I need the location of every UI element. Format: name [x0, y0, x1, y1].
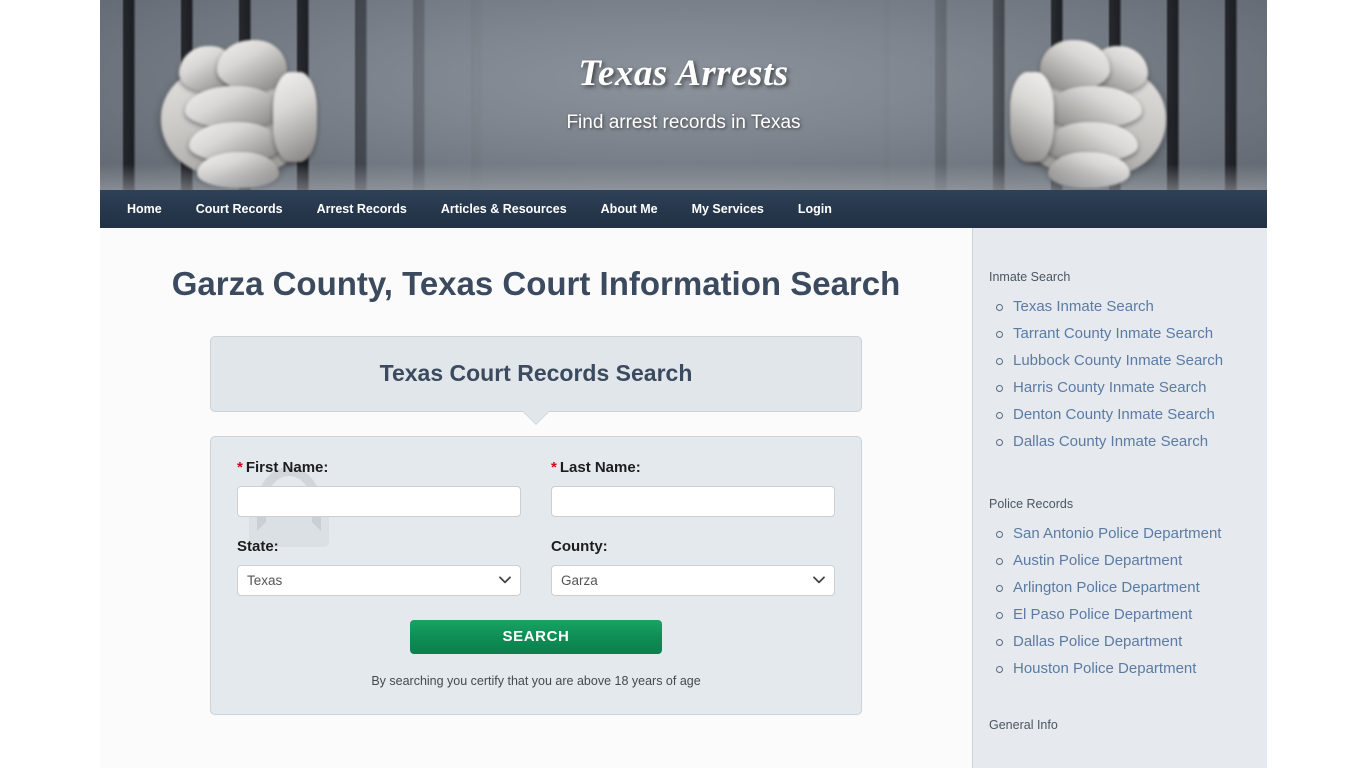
court-records-search-widget: Texas Court Records Search *First Name: [210, 335, 862, 715]
list-item: Dallas County Inmate Search [996, 433, 1251, 451]
sidebar-link-dallas-police-department[interactable]: Dallas Police Department [1013, 633, 1182, 650]
main-column: Garza County, Texas Court Information Se… [100, 228, 972, 768]
nav-item-arrest-records[interactable]: Arrest Records [300, 190, 424, 228]
nav-item-home[interactable]: Home [110, 190, 179, 228]
sidebar-link-harris-county-inmate-search[interactable]: Harris County Inmate Search [1013, 379, 1206, 396]
last-name-input[interactable] [551, 485, 835, 517]
sidebar: Inmate Search Texas Inmate Search Tarran… [972, 228, 1267, 768]
sidebar-heading-general-info: General Info [989, 718, 1058, 732]
banner-title-block: Texas Arrests Find arrest records in Tex… [100, 52, 1267, 134]
sidebar-list-police-records: San Antonio Police Department Austin Pol… [989, 525, 1251, 678]
county-select[interactable]: Garza [551, 564, 835, 596]
sidebar-link-austin-police-department[interactable]: Austin Police Department [1013, 552, 1182, 569]
sidebar-heading-police-records: Police Records [989, 497, 1074, 511]
last-name-label: * Last Name: [551, 459, 835, 477]
search-button-row: SEARCH [237, 619, 835, 654]
search-widget-title: Texas Court Records Search [379, 360, 693, 387]
form-field-grid: * First Name: * Last Name: State: Texas … [237, 459, 835, 596]
widget-pointer-arrow [523, 410, 549, 424]
site-title: Texas Arrests [578, 53, 789, 94]
first-name-field-group: * First Name: [237, 459, 521, 517]
list-item: Texas Inmate Search [996, 298, 1251, 316]
state-field-group: State: Texas [237, 517, 521, 596]
sidebar-link-san-antonio-police-department[interactable]: San Antonio Police Department [1013, 525, 1221, 542]
nav-item-login[interactable]: Login [781, 190, 849, 228]
sidebar-link-tarrant-county-inmate-search[interactable]: Tarrant County Inmate Search [1013, 325, 1213, 342]
last-name-label-text: Last Name: [559, 458, 641, 476]
primary-navigation[interactable]: Home Court Records Arrest Records Articl… [100, 190, 1267, 228]
state-select[interactable]: Texas [237, 564, 521, 596]
first-name-label: * First Name: [237, 459, 521, 477]
nav-item-my-services[interactable]: My Services [675, 190, 781, 228]
county-select-wrapper: Garza [551, 564, 835, 596]
site-tagline: Find arrest records in Texas [566, 112, 801, 134]
first-name-input[interactable] [237, 485, 521, 517]
search-form: * First Name: * Last Name: State: Texas … [210, 435, 862, 715]
sidebar-link-lubbock-county-inmate-search[interactable]: Lubbock County Inmate Search [1013, 352, 1223, 369]
sidebar-link-denton-county-inmate-search[interactable]: Denton County Inmate Search [1013, 406, 1215, 423]
sidebar-list-inmate-search: Texas Inmate Search Tarrant County Inmat… [989, 298, 1251, 451]
county-field-group: County: Garza [551, 517, 835, 596]
list-item: Lubbock County Inmate Search [996, 352, 1251, 370]
sidebar-link-texas-inmate-search[interactable]: Texas Inmate Search [1013, 298, 1154, 315]
list-item: Denton County Inmate Search [996, 406, 1251, 424]
content-wrapper: Garza County, Texas Court Information Se… [100, 228, 1267, 768]
sidebar-section-inmate-search: Inmate Search Texas Inmate Search Tarran… [973, 270, 1267, 451]
sidebar-heading-inmate-search: Inmate Search [989, 270, 1071, 284]
first-name-label-text: First Name: [245, 458, 329, 476]
state-label: State: [237, 537, 279, 555]
nav-item-about-me[interactable]: About Me [584, 190, 675, 228]
sidebar-section-police-records: Police Records San Antonio Police Depart… [973, 497, 1267, 678]
list-item: Arlington Police Department [996, 579, 1251, 597]
site-banner: Texas Arrests Find arrest records in Tex… [100, 0, 1267, 190]
list-item: Austin Police Department [996, 552, 1251, 570]
list-item: Harris County Inmate Search [996, 379, 1251, 397]
sidebar-link-dallas-county-inmate-search[interactable]: Dallas County Inmate Search [1013, 433, 1208, 450]
required-marker-last-name: * [551, 458, 557, 476]
banner-bottom-fade [100, 164, 1267, 190]
list-item: Dallas Police Department [996, 633, 1251, 651]
sidebar-section-general-info: General Info [973, 718, 1267, 732]
page-root: Texas Arrests Find arrest records in Tex… [0, 0, 1366, 768]
sidebar-link-houston-police-department[interactable]: Houston Police Department [1013, 660, 1196, 677]
required-marker-first-name: * [237, 458, 243, 476]
search-button[interactable]: SEARCH [410, 619, 662, 654]
list-item: Tarrant County Inmate Search [996, 325, 1251, 343]
state-select-wrapper: Texas [237, 564, 521, 596]
last-name-field-group: * Last Name: [551, 459, 835, 517]
sidebar-link-el-paso-police-department[interactable]: El Paso Police Department [1013, 606, 1192, 623]
sidebar-link-arlington-police-department[interactable]: Arlington Police Department [1013, 579, 1200, 596]
search-widget-header: Texas Court Records Search [210, 335, 862, 424]
county-label: County: [551, 537, 608, 555]
list-item: San Antonio Police Department [996, 525, 1251, 543]
nav-item-articles-resources[interactable]: Articles & Resources [424, 190, 584, 228]
age-disclaimer-text: By searching you certify that you are ab… [371, 673, 701, 688]
list-item: El Paso Police Department [996, 606, 1251, 624]
list-item: Houston Police Department [996, 660, 1251, 678]
nav-item-court-records[interactable]: Court Records [179, 190, 300, 228]
page-title: Garza County, Texas Court Information Se… [171, 265, 901, 302]
